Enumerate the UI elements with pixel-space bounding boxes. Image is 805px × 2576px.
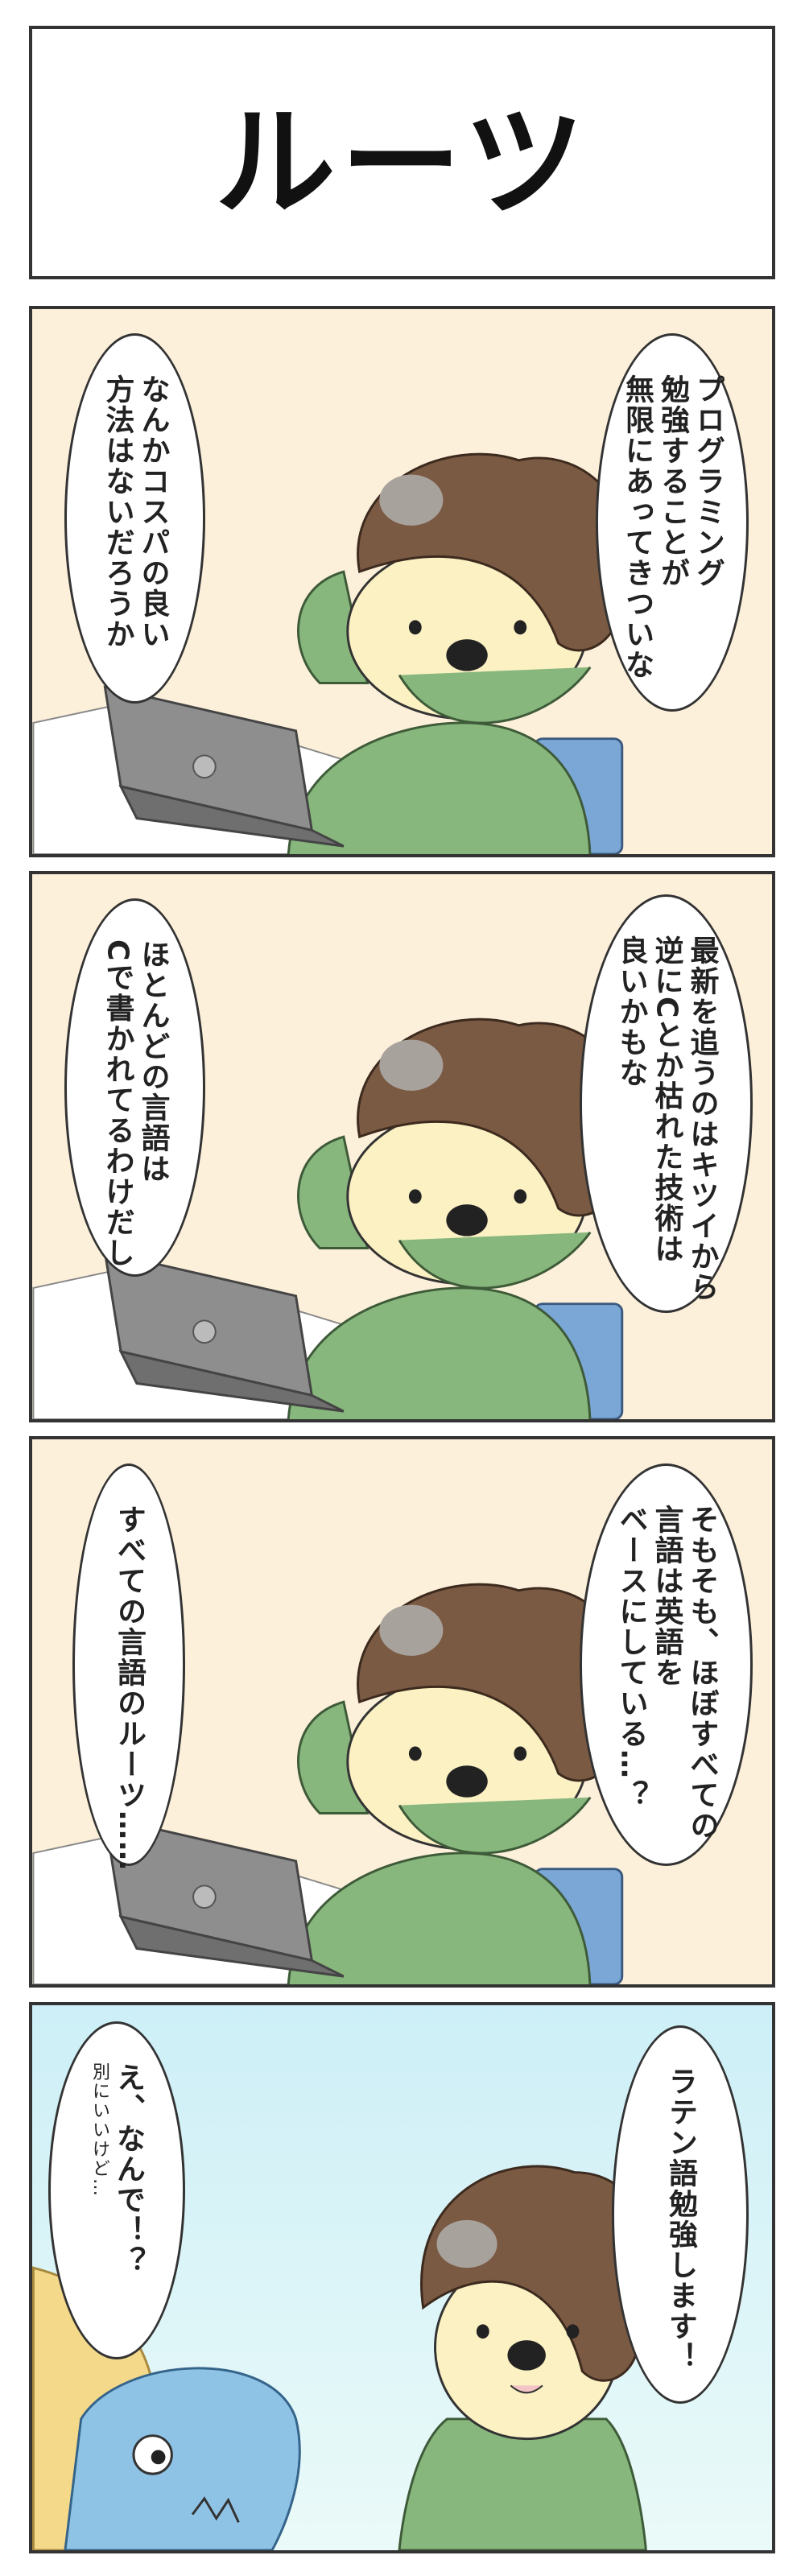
speech-bubble-left: すべての言語のルーツ…… [72,1463,185,1872]
bubble-line: なんかコスパの良い [136,374,170,650]
bubble-line: 勉強することが [656,374,689,588]
speech-bubble-left: ほとんどの言語は Cで書かれてるわけだし [64,898,205,1277]
panel-1: プログラミング 勉強することが 無限にあってきついな なんかコスパの良い 方法は… [29,306,775,857]
title-frame: ルーツ [29,26,775,279]
comic-title: ルーツ [214,93,589,233]
bubble-line: 良いかもな [614,935,648,1088]
bubble-line: え、なんで！？ [112,2062,145,2277]
bubble-line: ほとんどの言語は [136,939,170,1184]
bubble-line: 無限にあってきついな [621,374,654,680]
bubble-line: すべての言語のルーツ…… [113,1505,146,1872]
bubble-line: 言語は英語を [650,1505,683,1688]
bubble-line: 最新を追うのはキツイから [685,935,719,1302]
speech-bubble-right: そもそも、ほぼすべての 言語は英語を ベースにしている…？ [580,1463,753,1866]
bubble-line: そもそも、ほぼすべての [685,1505,719,1841]
speech-bubble-left: なんかコスパの良い 方法はないだろうか [64,333,205,704]
speech-bubble-right: ラテン語勉強します！ [612,2025,749,2404]
bubble-line: プログラミング [691,374,724,588]
bubble-line: Cで書かれてるわけだし [101,939,134,1269]
panel-4: ラテン語勉強します！ え、なんで！？ 別にいいけど… [29,2002,775,2553]
bubble-line: 方法はないだろうか [101,374,134,650]
bubble-line-small: 別にいいけど… [89,2062,109,2198]
panel-2: 最新を追うのはキツイから 逆にCとか枯れた技術は 良いかもな ほとんどの言語は … [29,871,775,1422]
speech-bubble-right: 最新を追うのはキツイから 逆にCとか枯れた技術は 良いかもな [580,894,753,1313]
bubble-line: 逆にCとか枯れた技術は [650,935,683,1265]
panel-3: そもそも、ほぼすべての 言語は英語を ベースにしている…？ すべての言語のルーツ… [29,1436,775,1988]
speech-bubble-left: え、なんで！？ 別にいいけど… [48,2021,185,2359]
speech-bubble-right: プログラミング 勉強することが 無限にあってきついな [596,333,749,712]
bubble-line: ベースにしている…？ [614,1505,648,1810]
bubble-line: ラテン語勉強します！ [664,2066,697,2372]
